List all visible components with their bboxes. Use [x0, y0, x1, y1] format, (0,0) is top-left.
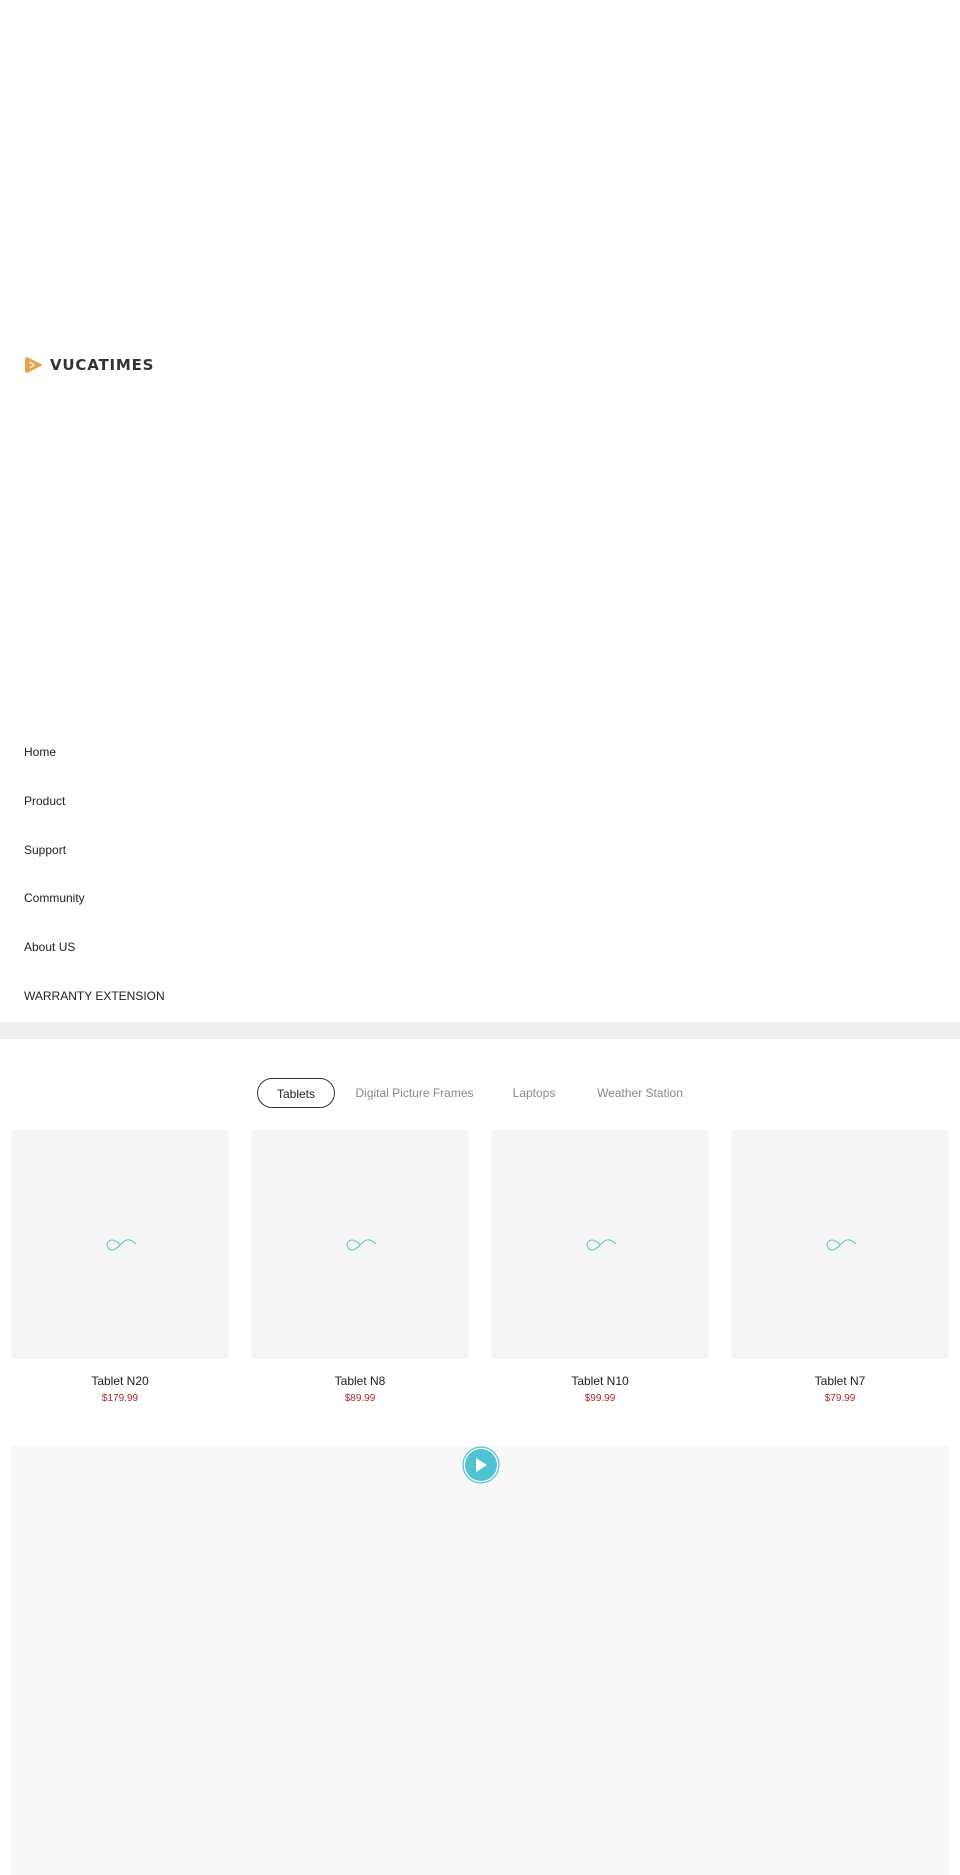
product-price: $99.99 — [584, 1393, 616, 1404]
tab-weather-station[interactable]: Weather Station — [591, 1078, 689, 1108]
product-card[interactable]: Tablet N10 $99.99 — [491, 1130, 709, 1405]
logo-play-icon — [25, 357, 42, 373]
product-title[interactable]: Tablet N8 — [251, 1374, 469, 1388]
section-divider — [0, 1022, 960, 1039]
infinity-loader-icon — [346, 1239, 377, 1251]
product-title[interactable]: Tablet N10 — [491, 1374, 709, 1388]
play-icon[interactable] — [462, 1446, 500, 1484]
nav-item-support[interactable]: Support — [24, 843, 66, 857]
nav-item-product[interactable]: Product — [24, 794, 65, 808]
logo-text: VUCATIMES — [50, 356, 155, 374]
product-image[interactable] — [491, 1130, 709, 1359]
product-image[interactable] — [731, 1130, 949, 1359]
product-price: $179.99 — [101, 1393, 139, 1404]
infinity-loader-icon — [826, 1239, 857, 1251]
product-card[interactable]: Tablet N7 $79.99 — [731, 1130, 949, 1405]
product-title[interactable]: Tablet N20 — [11, 1374, 229, 1388]
product-card[interactable]: Tablet N8 $89.99 — [251, 1130, 469, 1405]
product-image[interactable] — [251, 1130, 469, 1359]
product-card[interactable]: Tablet N20 $179.99 — [11, 1130, 229, 1405]
site-logo[interactable]: VUCATIMES — [24, 355, 154, 375]
infinity-loader-icon — [106, 1239, 137, 1251]
infinity-loader-icon — [586, 1239, 617, 1251]
tab-tablets[interactable]: Tablets — [257, 1078, 335, 1108]
nav-item-about-us[interactable]: About US — [24, 940, 75, 954]
video-section — [11, 1446, 949, 1875]
nav-item-home[interactable]: Home — [24, 745, 56, 759]
product-price: $79.99 — [824, 1393, 856, 1404]
product-image[interactable] — [11, 1130, 229, 1359]
tab-laptops[interactable]: Laptops — [505, 1078, 563, 1108]
product-price: $89.99 — [344, 1393, 376, 1404]
product-title[interactable]: Tablet N7 — [731, 1374, 949, 1388]
nav-item-warranty-extension[interactable]: WARRANTY EXTENSION — [24, 989, 165, 1003]
category-tabs: Tablets Digital Picture Frames Laptops W… — [0, 1078, 960, 1108]
nav-item-community[interactable]: Community — [24, 891, 85, 905]
tab-digital-picture-frames[interactable]: Digital Picture Frames — [352, 1078, 477, 1108]
